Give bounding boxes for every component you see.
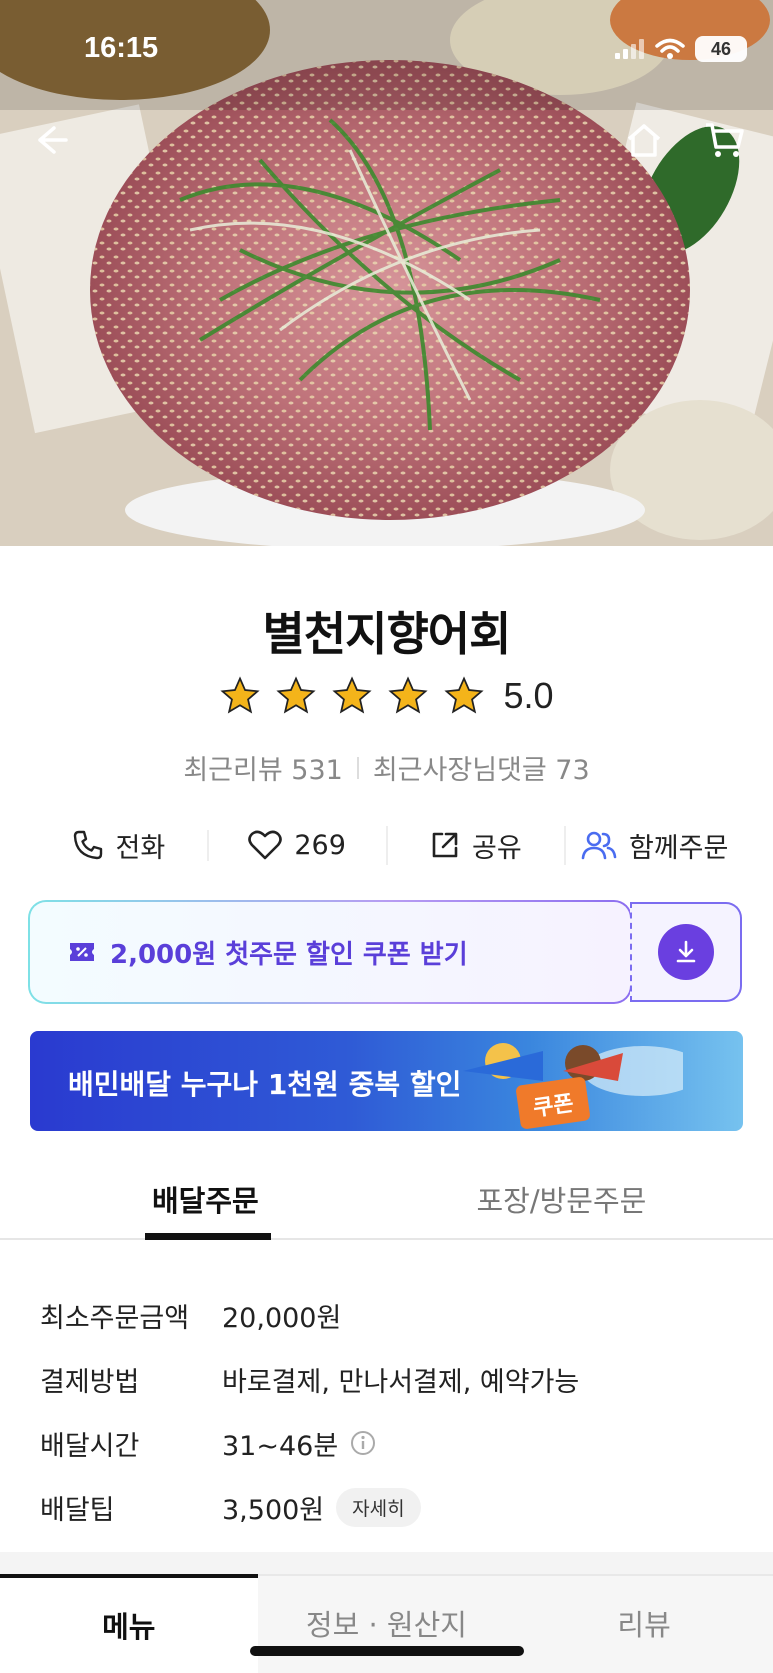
heart-icon [248, 830, 283, 860]
home-button[interactable] [616, 112, 672, 168]
tab-menu[interactable]: 메뉴 [0, 1574, 258, 1673]
tab-delivery-label: 배달주문 [152, 1184, 259, 1218]
delivery-time-row: 배달시간 31~46분 [40, 1411, 740, 1475]
delivery-time-label: 배달시간 [40, 1430, 140, 1462]
payment-row: 결제방법 바로결제, 만나서결제, 예약가능 [40, 1347, 740, 1411]
order-type-tabs: 배달주문 포장/방문주문 [0, 1166, 773, 1240]
download-icon [676, 940, 696, 963]
back-button[interactable] [22, 112, 78, 168]
payment-value: 바로결제, 만나서결제, 예약가능 [222, 1366, 580, 1398]
min-order-row: 최소주문금액 20,000원 [40, 1283, 740, 1347]
tab-delivery-order[interactable]: 배달주문 [0, 1166, 387, 1240]
tab-pickup-order[interactable]: 포장/방문주문 [387, 1166, 773, 1238]
first-order-coupon[interactable]: 2,000원 첫주문 할인 쿠폰 받기 [30, 902, 630, 1002]
cart-icon [706, 123, 744, 157]
star-icon [332, 676, 373, 714]
cart-button[interactable] [696, 112, 752, 168]
coupon-text: 2,000원 첫주문 할인 쿠폰 받기 [110, 939, 468, 970]
signal-icon [615, 39, 644, 59]
rating-value: 5.0 [503, 675, 554, 716]
info-icon[interactable] [350, 1430, 376, 1456]
tip-detail-button[interactable]: 자세히 [336, 1487, 421, 1527]
star-icon [388, 676, 429, 714]
back-arrow-icon [38, 126, 68, 154]
min-order-value: 20,000원 [222, 1302, 342, 1334]
min-order-label: 최소주문금액 [40, 1302, 190, 1334]
banner-text: 배민배달 누구나 1천원 중복 할인 [68, 1068, 462, 1101]
banner-character-illustration: 쿠폰 [463, 1043, 683, 1129]
tab-pickup-label: 포장/방문주문 [476, 1184, 647, 1218]
share-icon [432, 832, 458, 858]
coupon-ticket-icon [70, 943, 94, 961]
content-tabs: 메뉴 정보 · 원산지 리뷰 [0, 1574, 773, 1673]
recent-reviews-count[interactable]: 최근리뷰 531 [183, 748, 342, 787]
delivery-tip-row: 배달팁 3,500원 자세히 [40, 1475, 740, 1539]
group-order-icon [581, 831, 617, 860]
like-button[interactable]: 269 [206, 829, 386, 861]
status-bar: 16:15 46 [0, 0, 773, 100]
like-count: 269 [294, 829, 346, 861]
delivery-time-value-wrap: 31~46분 [222, 1424, 376, 1463]
status-time: 16:15 [84, 32, 159, 64]
status-icons: 46 [615, 36, 747, 62]
store-page: 16:15 46 별천지향어회 5.0 최근리뷰 531 최근사장님댓글 73 … [0, 0, 773, 1673]
section-divider [0, 1552, 773, 1574]
active-tab-underline [145, 1233, 271, 1240]
coupon-download-button[interactable] [630, 902, 742, 1002]
wifi-icon [655, 38, 685, 59]
battery-level: 46 [710, 38, 732, 59]
star-icon [276, 676, 317, 714]
delivery-time-value: 31~46분 [222, 1430, 339, 1462]
share-button[interactable]: 공유 [385, 825, 565, 865]
owner-replies-count[interactable]: 최근사장님댓글 73 [373, 748, 590, 787]
download-circle [658, 924, 714, 980]
group-order-button[interactable]: 함께주문 [564, 825, 743, 865]
phone-icon [73, 830, 102, 860]
delivery-tip-label: 배달팁 [40, 1494, 115, 1526]
delivery-tip-value-wrap: 3,500원 자세히 [222, 1487, 421, 1527]
share-label: 공유 [472, 832, 522, 864]
tab-info-origin[interactable]: 정보 · 원산지 [257, 1576, 516, 1673]
call-button[interactable]: 전화 [30, 826, 207, 865]
call-label: 전화 [115, 832, 166, 864]
battery-indicator: 46 [695, 36, 747, 62]
tab-reviews[interactable]: 리뷰 [515, 1576, 773, 1673]
store-name: 별천지향어회 [262, 607, 512, 661]
hero-food-photo: 16:15 46 [0, 0, 773, 546]
store-actions: 전화 269 공유 함께주문 [30, 818, 743, 872]
delivery-tip-value: 3,500원 [222, 1494, 325, 1526]
star-icon [220, 676, 261, 714]
review-summary[interactable]: 최근리뷰 531 최근사장님댓글 73 [0, 748, 773, 787]
group-order-label: 함께주문 [628, 832, 729, 864]
star-icon [444, 676, 485, 714]
payment-label: 결제방법 [40, 1366, 140, 1398]
promo-banner[interactable]: 배민배달 누구나 1천원 중복 할인 쿠폰 [30, 1031, 743, 1131]
delivery-details: 최소주문금액 20,000원 결제방법 바로결제, 만나서결제, 예약가능 배달… [40, 1283, 740, 1539]
home-icon [627, 124, 661, 157]
separator [356, 756, 359, 779]
rating-row[interactable]: 5.0 [0, 675, 773, 717]
home-indicator[interactable] [250, 1646, 524, 1656]
